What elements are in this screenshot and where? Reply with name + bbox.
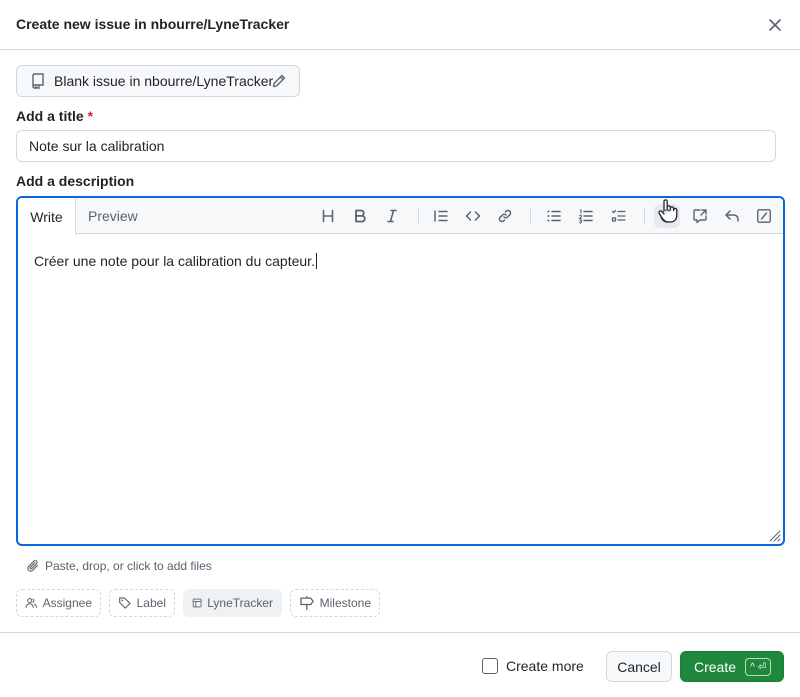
numbered-list-icon (578, 209, 593, 224)
numbered-list-button[interactable] (573, 204, 599, 228)
attach-files-button[interactable]: Paste, drop, or click to add files (26, 559, 212, 573)
milestone-icon (300, 596, 314, 610)
create-more-toggle[interactable]: Create more (482, 658, 584, 674)
slash-command-button[interactable] (751, 204, 777, 228)
create-more-label: Create more (506, 658, 584, 674)
heading-button[interactable] (315, 204, 341, 228)
quote-button[interactable] (428, 204, 454, 228)
template-selector[interactable]: Blank issue in nbourre/LyneTracker (16, 65, 300, 97)
bulleted-list-button[interactable] (541, 204, 567, 228)
bulleted-list-icon (547, 210, 561, 222)
reference-icon (693, 209, 707, 224)
label-button[interactable]: Label (109, 589, 175, 617)
create-label: Create (694, 658, 737, 675)
create-button[interactable]: Create ^ ⏎ (680, 651, 784, 682)
mention-button[interactable] (654, 204, 680, 228)
table-icon (192, 598, 202, 608)
link-button[interactable] (492, 204, 518, 228)
description-label: Add a description (16, 173, 135, 189)
heading-icon (322, 209, 334, 223)
tab-write[interactable]: Write (18, 198, 76, 235)
editor-toolbar: Write Preview (18, 198, 783, 235)
cancel-button[interactable]: Cancel (606, 651, 672, 682)
dialog-footer: Create more Cancel Create ^ ⏎ (0, 632, 800, 697)
reference-button[interactable] (687, 204, 713, 228)
italic-button[interactable] (379, 204, 405, 228)
italic-icon (387, 209, 397, 223)
dialog-title: Create new issue in nbourre/LyneTracker (16, 16, 290, 32)
project-label: LyneTracker (207, 596, 273, 610)
code-button[interactable] (460, 204, 486, 228)
description-textarea[interactable]: Créer une note pour la calibration du ca… (34, 253, 317, 269)
description-editor: Write Preview Créer une note pour la cal… (16, 196, 785, 546)
code-icon (465, 211, 481, 221)
tab-preview[interactable]: Preview (88, 198, 138, 234)
undo-button[interactable] (719, 204, 745, 228)
attach-hint: Paste, drop, or click to add files (45, 559, 212, 573)
description-text: Créer une note pour la calibration du ca… (34, 253, 315, 269)
tag-icon (119, 597, 131, 609)
assignee-button[interactable]: Assignee (16, 589, 101, 617)
create-more-checkbox[interactable] (482, 658, 498, 674)
milestone-label: Milestone (319, 596, 371, 610)
slash-command-icon (757, 209, 771, 223)
resize-handle-icon[interactable] (767, 528, 781, 542)
pencil-icon[interactable] (271, 73, 287, 89)
people-icon (25, 598, 37, 608)
x-icon (769, 19, 781, 31)
link-icon (498, 209, 512, 223)
required-marker: * (87, 108, 94, 124)
repo-icon (30, 73, 46, 89)
toolbar-divider (530, 208, 531, 224)
title-label: Add a title * (16, 108, 93, 124)
close-button[interactable] (764, 14, 786, 36)
paperclip-icon (27, 560, 38, 572)
keyboard-shortcut: ^ ⏎ (745, 658, 771, 676)
toolbar-divider (418, 208, 419, 224)
task-list-button[interactable] (606, 204, 632, 228)
task-list-icon (611, 209, 626, 222)
toolbar-divider (644, 208, 645, 224)
project-button[interactable]: LyneTracker (183, 589, 282, 617)
bold-button[interactable] (347, 204, 373, 228)
create-issue-dialog: Create new issue in nbourre/LyneTracker … (0, 0, 800, 697)
dialog-header: Create new issue in nbourre/LyneTracker (0, 0, 800, 50)
undo-icon (725, 210, 739, 222)
title-input[interactable] (16, 130, 776, 162)
assignee-label: Assignee (42, 596, 92, 610)
template-label: Blank issue in nbourre/LyneTracker (54, 73, 274, 89)
quote-icon (434, 210, 448, 222)
bold-icon (355, 209, 366, 223)
text-caret (315, 253, 317, 269)
milestone-button[interactable]: Milestone (290, 589, 380, 617)
label-label: Label (136, 596, 166, 610)
mention-icon (660, 209, 674, 223)
title-label-text: Add a title (16, 108, 84, 124)
